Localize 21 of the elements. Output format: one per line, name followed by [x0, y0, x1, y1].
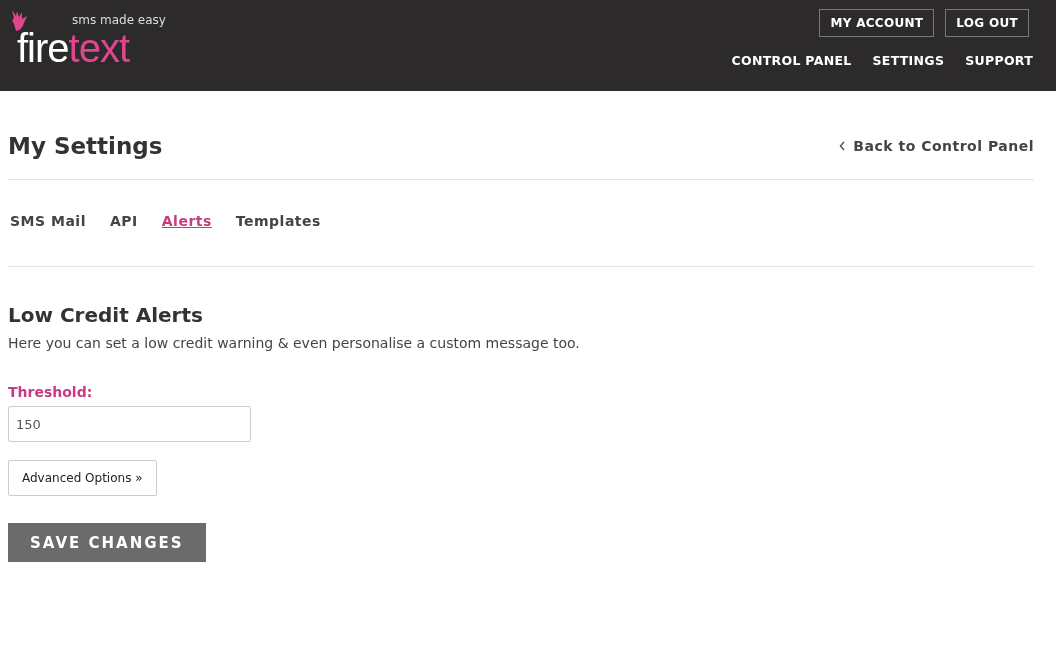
account-button[interactable]: MY ACCOUNT: [819, 9, 935, 37]
nav-link[interactable]: SUPPORT: [965, 53, 1033, 68]
section-heading: Low Credit Alerts: [8, 303, 204, 327]
tab[interactable]: API: [109, 213, 138, 229]
chevron-left-icon: [839, 141, 847, 151]
threshold-field[interactable]: 150: [8, 406, 251, 442]
logo-wordmark[interactable]: firetext: [17, 32, 130, 64]
threshold-label: Threshold:: [8, 384, 94, 400]
tab[interactable]: Alerts: [161, 213, 212, 229]
flame-icon: [10, 10, 28, 32]
advanced-options-button[interactable]: Advanced Options »: [8, 460, 157, 496]
save-changes-button[interactable]: SAVE CHANGES: [8, 523, 206, 562]
back-link[interactable]: Back to Control Panel: [839, 138, 1034, 154]
section-description: Here you can set a low credit warning & even personalise a custom message too.: [8, 335, 581, 351]
tab[interactable]: Templates: [235, 213, 321, 229]
account-button[interactable]: LOG OUT: [945, 9, 1029, 37]
nav-link[interactable]: SETTINGS: [872, 53, 945, 68]
tab[interactable]: SMS Mail: [10, 213, 86, 229]
page-title: My Settings: [8, 133, 163, 159]
logo-tagline: sms made easy: [72, 13, 166, 28]
nav-link[interactable]: CONTROL PANEL: [731, 53, 852, 68]
